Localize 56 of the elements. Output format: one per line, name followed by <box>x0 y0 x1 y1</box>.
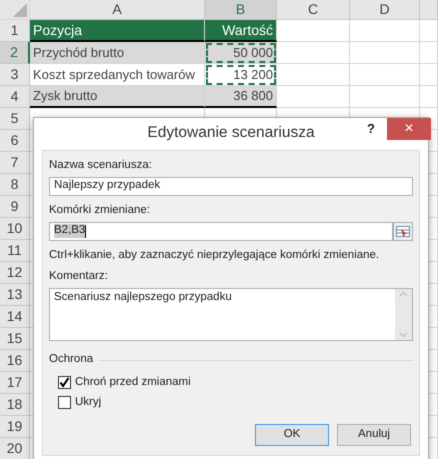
table-cell: Zysk brutto <box>30 86 205 108</box>
group-label: Ochrona <box>49 353 94 367</box>
row-header[interactable]: 8 <box>0 174 30 196</box>
checkbox-label[interactable]: Ukryj <box>75 396 102 410</box>
field-label: Nazwa scenariusza: <box>49 159 153 173</box>
table-cell: 50 000 <box>205 42 277 64</box>
table-cell: Wartość <box>205 20 277 42</box>
row-header[interactable]: 12 <box>0 262 30 284</box>
hint-text: Ctrl+klikanie, aby zaznaczyć nieprzylegające komórki zmieniane. <box>49 248 380 262</box>
row-header[interactable]: 18 <box>0 394 30 416</box>
row-header[interactable]: 20 <box>0 438 30 459</box>
row-header[interactable]: 4 <box>0 86 30 108</box>
corner-triangle-icon <box>13 3 27 17</box>
row-header[interactable]: 3 <box>0 64 30 86</box>
comment-field[interactable]: Scenariusz najlepszego przypadku <box>49 288 413 342</box>
input-field[interactable]: Najlepszy przypadek <box>49 176 413 196</box>
column-header[interactable] <box>420 0 438 20</box>
row-header[interactable]: 17 <box>0 372 30 394</box>
row-header[interactable]: 6 <box>0 130 30 152</box>
column-header[interactable]: C <box>277 0 350 20</box>
range-picker-button[interactable] <box>393 222 413 241</box>
dialog-title: Edytowanie scenariusza <box>147 124 315 142</box>
table-cell: 36 800 <box>205 86 277 108</box>
dialog-button[interactable]: Anuluj <box>337 424 411 446</box>
row-header[interactable]: 5 <box>0 108 30 130</box>
row-header[interactable]: 15 <box>0 328 30 350</box>
input-field[interactable]: B2,B3 <box>49 222 393 241</box>
comment-text: Scenariusz najlepszego przypadku <box>53 290 233 306</box>
row-header[interactable]: 13 <box>0 284 30 306</box>
scroll-up-icon[interactable] <box>399 291 408 298</box>
select-all-corner[interactable] <box>0 0 30 20</box>
column-header[interactable]: A <box>30 0 205 20</box>
row-header[interactable]: 19 <box>0 416 30 438</box>
table-cell: Pozycja <box>30 20 205 42</box>
row-header[interactable]: 7 <box>0 152 30 174</box>
field-label: Komórki zmieniane: <box>49 204 151 218</box>
row-header[interactable]: 11 <box>0 240 30 262</box>
row-header[interactable]: 16 <box>0 350 30 372</box>
row-header[interactable]: 9 <box>0 196 30 218</box>
table-cell: Przychód brutto <box>30 42 205 64</box>
close-button[interactable]: × <box>387 118 431 140</box>
checkbox[interactable] <box>58 376 71 390</box>
dialog-button[interactable]: OK <box>255 424 329 446</box>
row-header[interactable]: 2 <box>0 42 30 64</box>
checkbox-label[interactable]: Chroń przed zmianami <box>75 376 191 390</box>
column-header[interactable]: B <box>205 0 277 20</box>
scroll-down-icon[interactable] <box>399 332 408 338</box>
field-label: Komentarz: <box>49 270 109 284</box>
row-header[interactable]: 10 <box>0 218 30 240</box>
checkbox[interactable] <box>58 396 71 410</box>
row-header[interactable]: 1 <box>0 20 30 42</box>
row-header[interactable]: 14 <box>0 306 30 328</box>
column-header[interactable]: D <box>350 0 420 20</box>
table-cell: 13 200 <box>205 64 277 86</box>
help-button[interactable]: ? <box>367 121 375 137</box>
scrollbar[interactable] <box>395 289 412 340</box>
